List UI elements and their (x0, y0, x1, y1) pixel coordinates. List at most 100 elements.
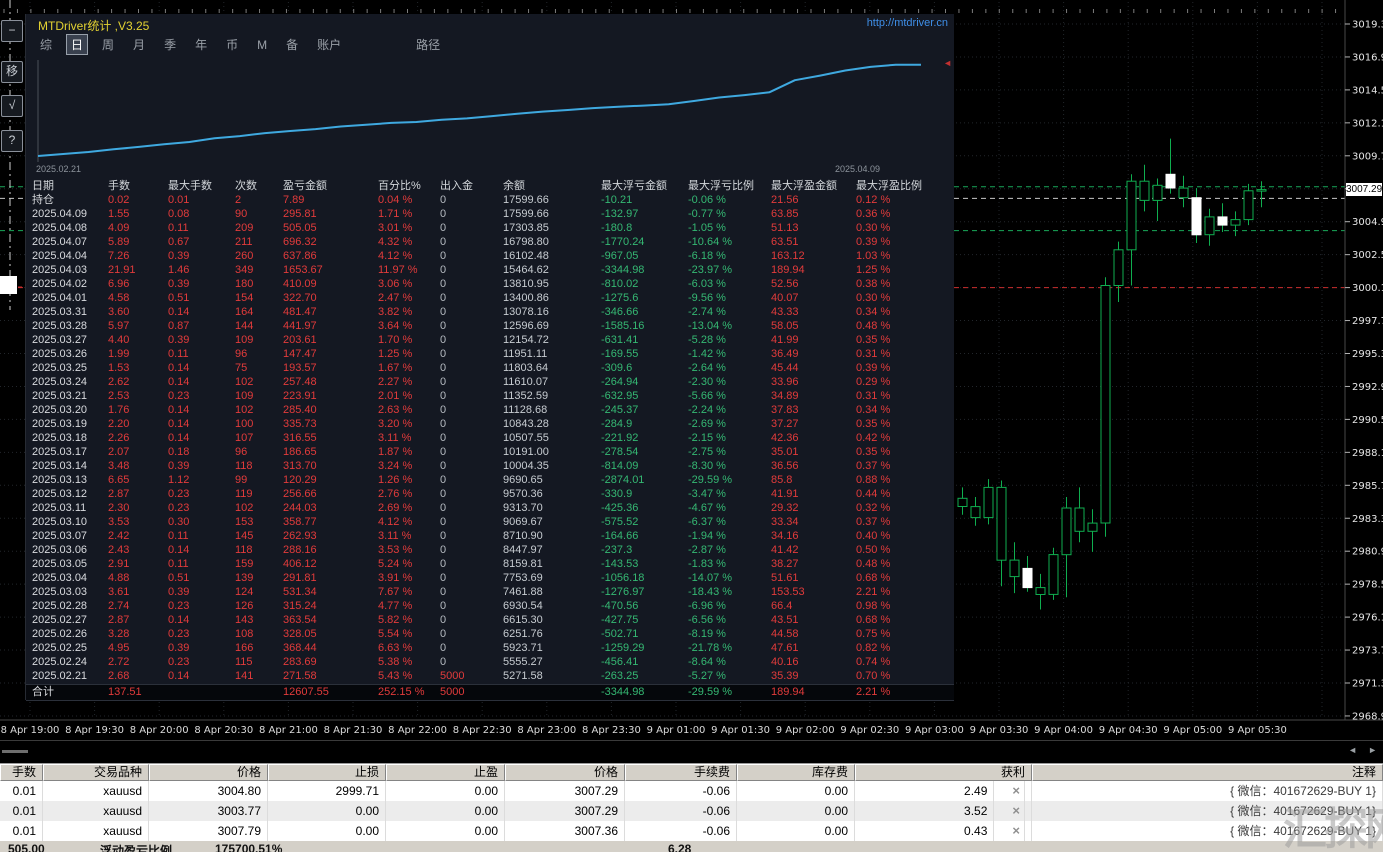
positions-col-header: 注释 (1032, 764, 1383, 781)
stats-cell: 0.34 % (850, 305, 954, 319)
close-position-icon[interactable]: × (1006, 781, 1025, 801)
positions-cell: 0.00 (737, 781, 855, 801)
stats-cell: 10004.35 (497, 459, 595, 473)
stats-cell: 0.11 (162, 557, 229, 571)
svg-text:3014.55: 3014.55 (1352, 85, 1383, 96)
stats-cell: 52.56 (765, 277, 850, 291)
stats-cell: -632.95 (595, 389, 682, 403)
positions-cell: 0.00 (386, 781, 505, 801)
chart-scrollbar[interactable]: ◄ ► (0, 740, 1383, 763)
svg-text:2985.75: 2985.75 (1352, 481, 1383, 492)
minimize-button[interactable]: − (1, 20, 23, 42)
stats-col-header: 最大浮亏比例 (682, 177, 765, 192)
menu-item-季[interactable]: 季 (160, 35, 180, 54)
menu-item-年[interactable]: 年 (191, 35, 211, 54)
panel-link[interactable]: http://mtdriver.cn (867, 17, 948, 29)
svg-text:9 Apr 03:30: 9 Apr 03:30 (970, 725, 1029, 736)
stats-cell: 2025.02.21 (26, 669, 102, 683)
table-row: 2025.02.282.740.23126315.244.77 %06930.5… (26, 599, 954, 613)
menu-item-综[interactable]: 综 (36, 35, 56, 54)
table-row[interactable]: 0.01xauusd3007.790.000.003007.36-0.060.0… (0, 821, 1383, 841)
scroll-left-icon[interactable]: ◄ (1348, 745, 1357, 755)
stats-cell: 328.05 (277, 627, 372, 641)
summary-label: 浮动盈亏比例 (100, 842, 172, 852)
stats-cell: 2.87 (102, 613, 162, 627)
stats-cell: 0.39 (162, 585, 229, 599)
stats-cell: -810.02 (595, 277, 682, 291)
stats-cell: 11.97 % (372, 263, 434, 277)
stats-cell: 0.88 % (850, 473, 954, 487)
stats-cell: -0.06 % (682, 193, 765, 207)
stats-cell: 2.21 % (850, 685, 954, 700)
panel-collapse-icon[interactable]: ◄ (943, 58, 952, 68)
svg-text:2980.95: 2980.95 (1352, 547, 1383, 558)
close-position-icon[interactable]: × (1006, 821, 1025, 841)
stats-cell: 260 (229, 249, 277, 263)
positions-col-header: 价格 (149, 764, 268, 781)
svg-text:8 Apr 22:00: 8 Apr 22:00 (388, 725, 447, 736)
scroll-right-icon[interactable]: ► (1368, 745, 1377, 755)
stats-cell: 180 (229, 277, 277, 291)
stats-cell: -237.3 (595, 543, 682, 557)
stats-cell: 5.38 % (372, 655, 434, 669)
scrollbar-thumb[interactable] (2, 750, 28, 753)
stats-cell: 3.61 (102, 585, 162, 599)
menu-item-路径[interactable]: 路径 (412, 35, 444, 54)
svg-text:3016.95: 3016.95 (1352, 53, 1383, 64)
svg-text:2992.95: 2992.95 (1352, 382, 1383, 393)
menu-item-备[interactable]: 备 (282, 35, 302, 54)
svg-text:9 Apr 01:00: 9 Apr 01:00 (647, 725, 706, 736)
stats-cell: 3.48 (102, 459, 162, 473)
menu-item-月[interactable]: 月 (129, 35, 149, 54)
close-position-icon[interactable]: × (1006, 801, 1025, 821)
stats-cell: 0 (434, 249, 497, 263)
stats-cell: 11951.11 (497, 347, 595, 361)
stats-cell: 3.11 % (372, 431, 434, 445)
stats-cell: -470.56 (595, 599, 682, 613)
stats-cell: 40.16 (765, 655, 850, 669)
help-button[interactable]: ? (1, 130, 23, 152)
stats-cell: 2.74 (102, 599, 162, 613)
stats-cell: 2025.03.17 (26, 445, 102, 459)
table-row: 2025.03.033.610.39124531.347.67 %07461.8… (26, 585, 954, 599)
confirm-button[interactable]: √ (1, 95, 23, 117)
stats-cell: 2025.03.21 (26, 389, 102, 403)
stats-cell: -264.94 (595, 375, 682, 389)
menu-item-账户[interactable]: 账户 (313, 35, 345, 54)
menu-item-币[interactable]: 币 (222, 35, 242, 54)
stats-cell: 0.11 (162, 529, 229, 543)
stats-cell: -6.96 % (682, 599, 765, 613)
positions-cell: 0.00 (737, 801, 855, 821)
stats-cell: 0.14 (162, 361, 229, 375)
table-row: 2025.03.103.530.30153358.774.12 %09069.6… (26, 515, 954, 529)
stats-cell: 38.27 (765, 557, 850, 571)
stats-cell: -180.8 (595, 221, 682, 235)
stats-cell: 51.61 (765, 571, 850, 585)
stats-cell: 12154.72 (497, 333, 595, 347)
stats-cell: 3.11 % (372, 529, 434, 543)
positions-cell: 0.00 (737, 821, 855, 841)
positions-col-header: 库存费 (737, 764, 855, 781)
stats-cell: 2.76 % (372, 487, 434, 501)
stats-cell: 0 (434, 515, 497, 529)
menu-item-周[interactable]: 周 (98, 35, 118, 54)
menu-item-M[interactable]: M (253, 37, 271, 53)
move-button[interactable]: 移 (1, 61, 23, 83)
stats-cell: 262.93 (277, 529, 372, 543)
menu-item-日[interactable]: 日 (67, 35, 87, 54)
table-row[interactable]: 0.01xauusd3004.802999.710.003007.29-0.06… (0, 781, 1383, 801)
positions-cell: 2999.71 (268, 781, 386, 801)
stats-cell: 2.53 (102, 389, 162, 403)
stats-cell: 0.04 % (372, 193, 434, 207)
table-row: 2025.02.212.680.14141271.585.43 %5000527… (26, 669, 954, 683)
stats-cell: 0 (434, 641, 497, 655)
stats-cell: 2025.03.12 (26, 487, 102, 501)
stats-cell: -309.6 (595, 361, 682, 375)
stats-cell: 0.51 (162, 571, 229, 585)
stats-cell: 316.55 (277, 431, 372, 445)
stats-cell: 2025.04.02 (26, 277, 102, 291)
stats-cell: -278.54 (595, 445, 682, 459)
stats-col-header: 最大浮盈金额 (765, 177, 850, 192)
table-row[interactable]: 0.01xauusd3003.770.000.003007.29-0.060.0… (0, 801, 1383, 821)
stats-cell: 7461.88 (497, 585, 595, 599)
